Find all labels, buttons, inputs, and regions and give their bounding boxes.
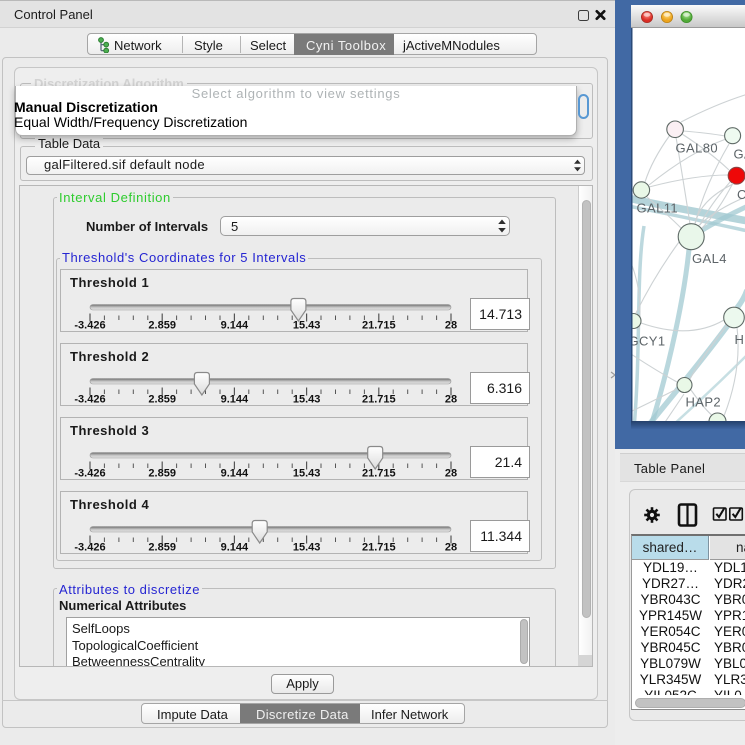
svg-text:2.859: 2.859 bbox=[148, 468, 176, 480]
svg-text:-3.426: -3.426 bbox=[74, 320, 105, 332]
svg-text:2.859: 2.859 bbox=[148, 320, 176, 332]
svg-text:HIS4: HIS4 bbox=[735, 332, 745, 347]
svg-text:HAP2: HAP2 bbox=[686, 395, 722, 410]
svg-text:15.43: 15.43 bbox=[293, 542, 321, 554]
svg-text:28: 28 bbox=[445, 468, 457, 480]
svg-text:15.43: 15.43 bbox=[293, 320, 321, 332]
svg-text:2.859: 2.859 bbox=[148, 394, 176, 406]
svg-text:28: 28 bbox=[445, 320, 457, 332]
svg-text:GAL11: GAL11 bbox=[637, 201, 679, 216]
svg-text:9.144: 9.144 bbox=[221, 542, 249, 554]
svg-text:-3.426: -3.426 bbox=[74, 542, 105, 554]
svg-text:CD: CD bbox=[737, 187, 745, 202]
svg-text:2.859: 2.859 bbox=[148, 542, 176, 554]
svg-text:GAL4: GAL4 bbox=[692, 251, 727, 266]
svg-text:15.43: 15.43 bbox=[293, 394, 321, 406]
svg-text:21.715: 21.715 bbox=[362, 542, 396, 554]
svg-text:9.144: 9.144 bbox=[221, 394, 249, 406]
svg-text:9.144: 9.144 bbox=[221, 320, 249, 332]
svg-text:GAL3: GAL3 bbox=[734, 147, 745, 162]
svg-text:21.715: 21.715 bbox=[362, 394, 396, 406]
svg-text:21.715: 21.715 bbox=[362, 320, 396, 332]
svg-text:15.43: 15.43 bbox=[293, 468, 321, 480]
svg-text:-3.426: -3.426 bbox=[74, 394, 105, 406]
svg-text:GCY1: GCY1 bbox=[631, 334, 666, 349]
svg-text:9.144: 9.144 bbox=[221, 468, 249, 480]
svg-text:28: 28 bbox=[445, 394, 457, 406]
svg-text:-3.426: -3.426 bbox=[74, 468, 105, 480]
svg-text:28: 28 bbox=[445, 542, 457, 554]
svg-text:GAL80: GAL80 bbox=[676, 141, 718, 156]
svg-text:21.715: 21.715 bbox=[362, 468, 396, 480]
